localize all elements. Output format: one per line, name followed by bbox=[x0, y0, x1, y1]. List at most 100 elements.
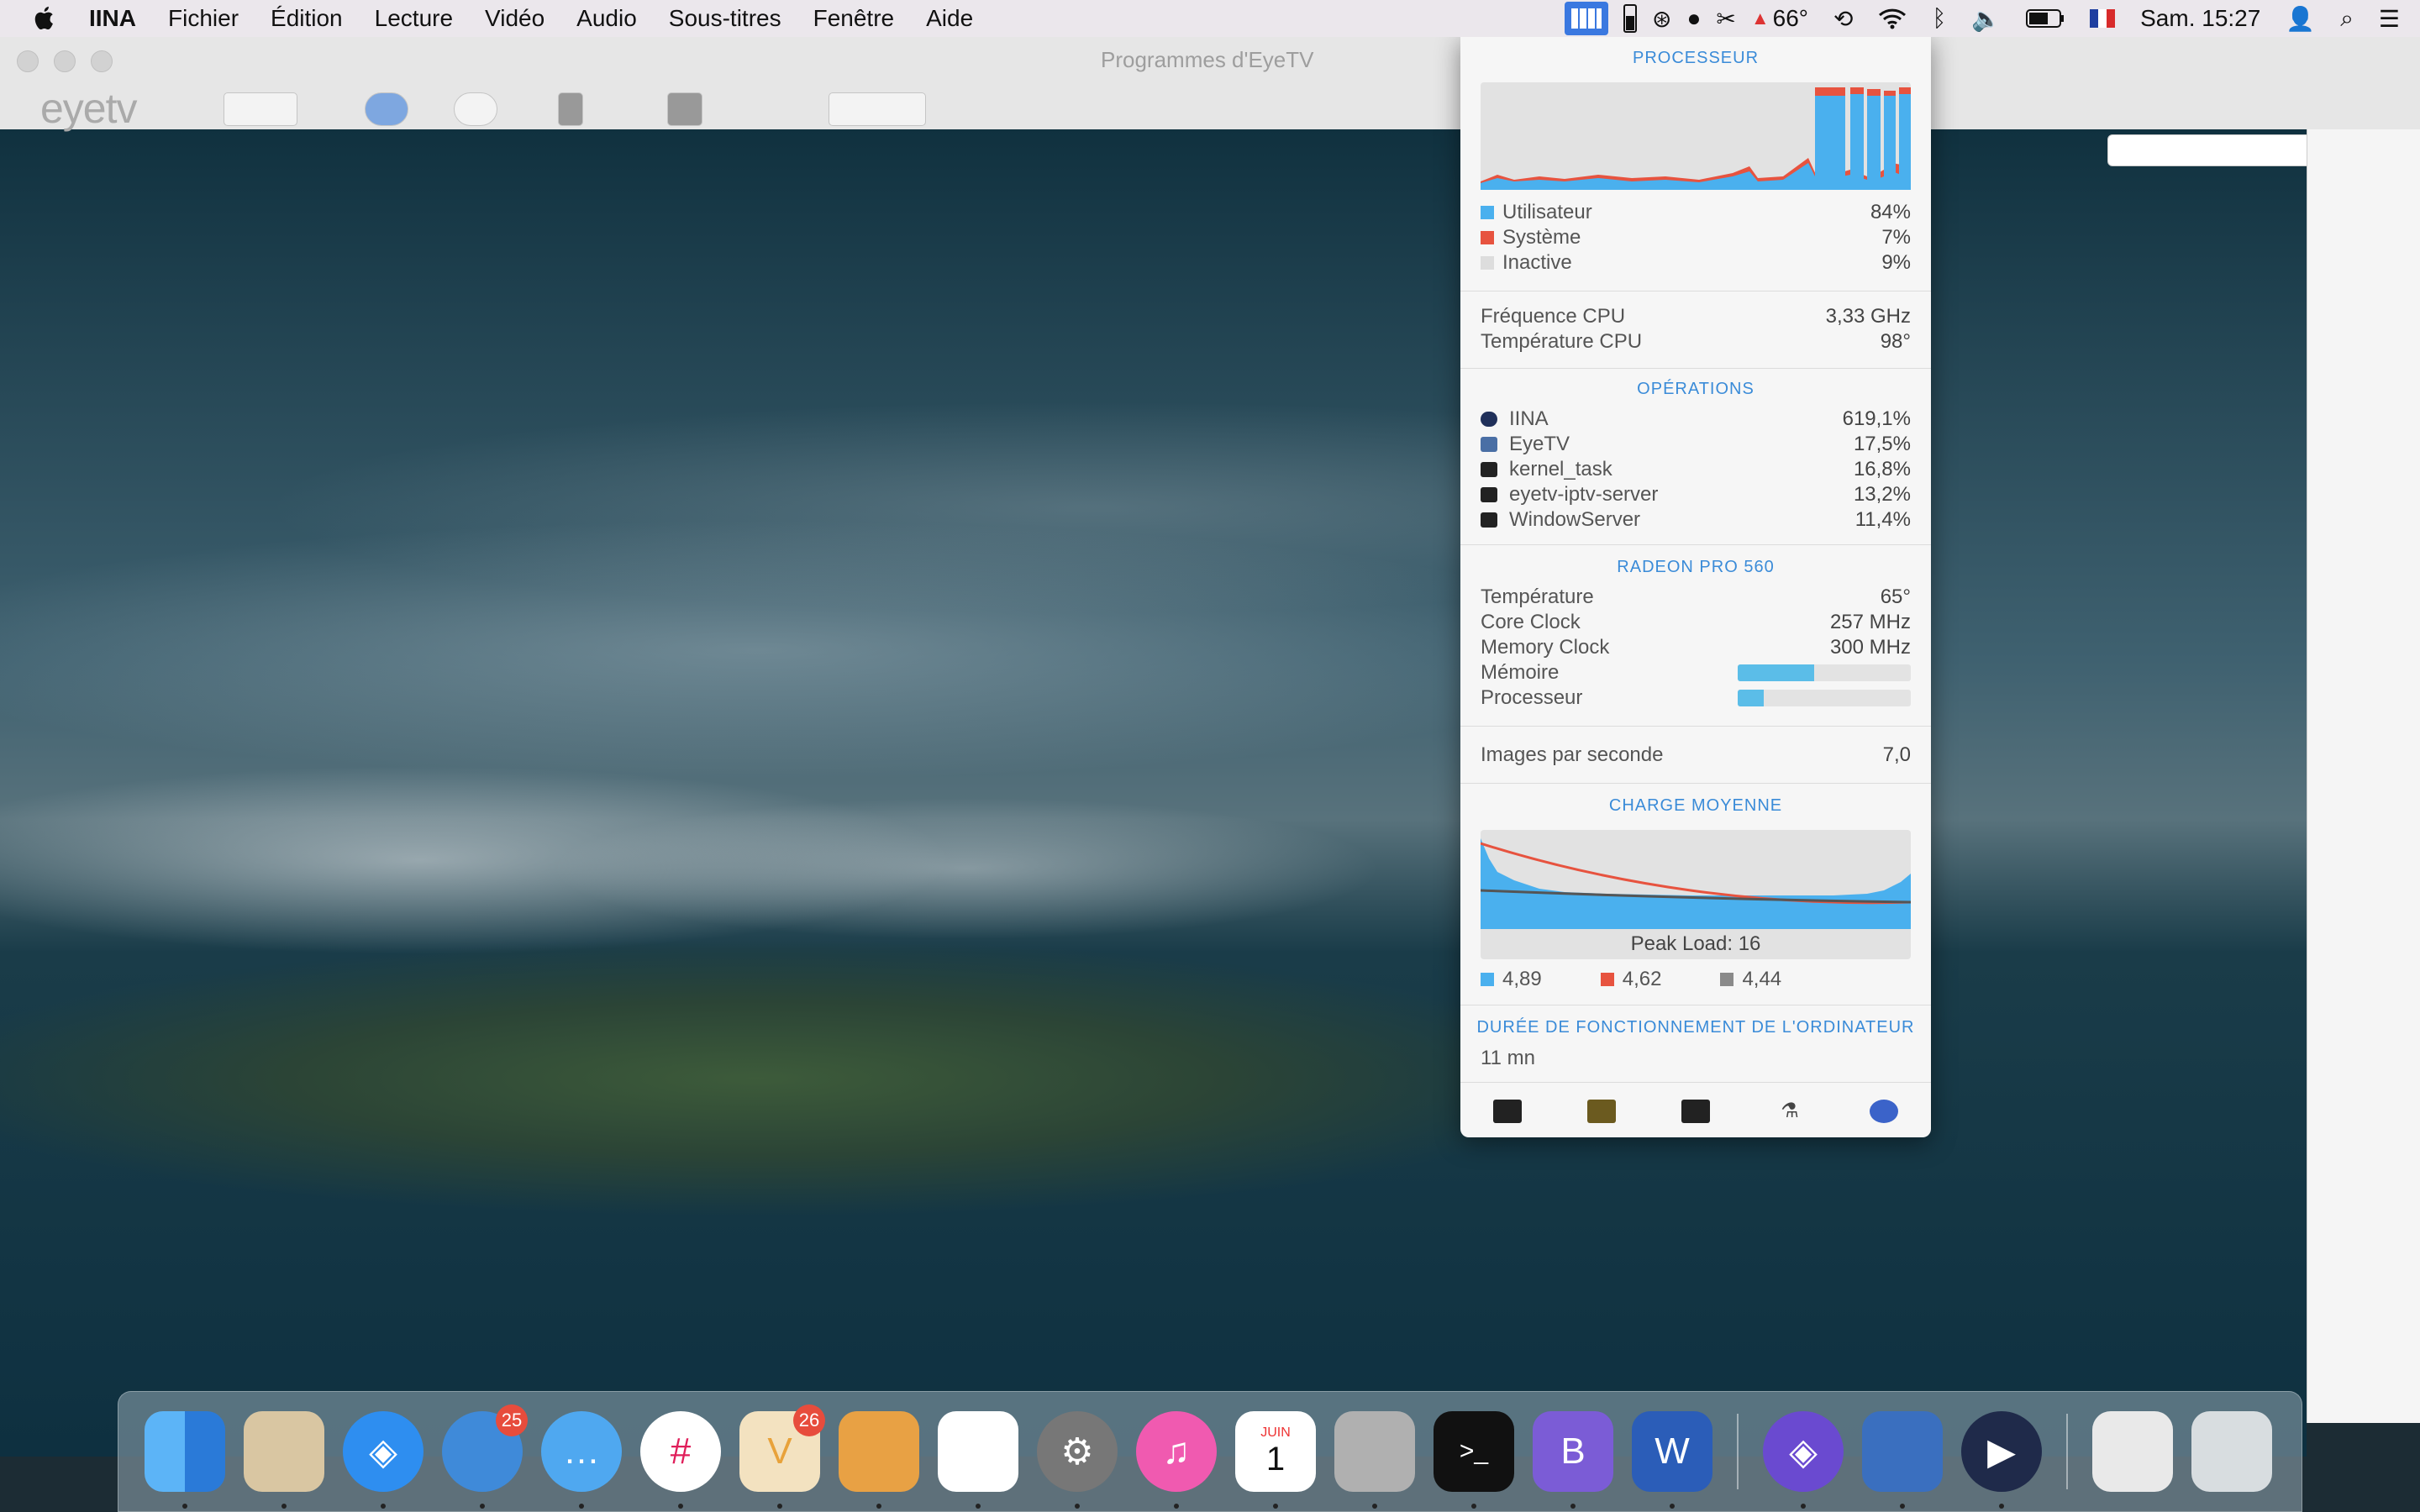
messages-icon[interactable]: … bbox=[541, 1411, 622, 1509]
window-controls[interactable] bbox=[17, 50, 113, 72]
menu-app-name[interactable]: IINA bbox=[89, 5, 136, 32]
apple-icon[interactable] bbox=[34, 5, 57, 32]
preview-icon[interactable] bbox=[839, 1411, 919, 1509]
menu-edition[interactable]: Édition bbox=[271, 5, 343, 32]
activity-monitor-icon[interactable] bbox=[1493, 1100, 1522, 1123]
terminal-app-icon[interactable]: >_ bbox=[1434, 1411, 1514, 1509]
istat-cpu-icon[interactable] bbox=[1564, 2, 1608, 35]
process-row[interactable]: WindowServer 11,4% bbox=[1481, 507, 1911, 533]
mpeg-document-icon[interactable] bbox=[2092, 1411, 2173, 1492]
menu-fenetre[interactable]: Fenêtre bbox=[813, 5, 895, 32]
menu-lecture[interactable]: Lecture bbox=[375, 5, 453, 32]
tweetbot-icon[interactable]: 25 bbox=[442, 1404, 528, 1509]
slack-icon[interactable]: # bbox=[640, 1411, 721, 1509]
dock-separator bbox=[1737, 1414, 1739, 1489]
gpu-processor-row: Processeur bbox=[1481, 685, 1911, 711]
cpu-temperature-row: Température CPU 98° bbox=[1481, 329, 1911, 354]
menu-sous-titres[interactable]: Sous-titres bbox=[669, 5, 781, 32]
tweetbot-badge: 25 bbox=[496, 1404, 528, 1436]
french-flag-icon[interactable] bbox=[2090, 9, 2116, 28]
safari-tech-preview-icon[interactable]: ◈ bbox=[1763, 1411, 1844, 1509]
menu-fichier[interactable]: Fichier bbox=[168, 5, 239, 32]
iina-icon[interactable]: ▶ bbox=[1961, 1411, 2042, 1509]
gpu-processor-label: Processeur bbox=[1481, 686, 1583, 709]
reminders-icon[interactable] bbox=[938, 1411, 1018, 1509]
menu-bar: IINA Fichier Édition Lecture Vidéo Audio… bbox=[0, 0, 2420, 37]
cpu-temperature-label: Température CPU bbox=[1481, 330, 1643, 353]
window-title: Programmes d'EyeTV bbox=[1101, 47, 1314, 72]
gpu-temperature-value: 65° bbox=[1880, 585, 1911, 608]
process-row[interactable]: EyeTV 17,5% bbox=[1481, 432, 1911, 457]
process-row[interactable]: IINA 619,1% bbox=[1481, 407, 1911, 432]
gpu-processor-bar bbox=[1738, 690, 1911, 706]
clock[interactable]: Sam. 15:27 bbox=[2140, 5, 2260, 32]
gpu-memory-clock-row: Memory Clock 300 MHz bbox=[1481, 635, 1911, 660]
gear-icon[interactable] bbox=[224, 92, 297, 126]
screenshot-icon[interactable] bbox=[1334, 1411, 1415, 1509]
terminal-icon[interactable] bbox=[1681, 1100, 1710, 1123]
word-icon[interactable]: W bbox=[1632, 1411, 1712, 1509]
view-toggle[interactable] bbox=[829, 92, 926, 126]
user-icon[interactable]: 👤 bbox=[2286, 5, 2315, 33]
wifi-icon[interactable] bbox=[1878, 8, 1907, 29]
cpu-idle-value: 9% bbox=[1881, 251, 1911, 274]
process-cpu: 13,2% bbox=[1853, 483, 1911, 506]
process-row[interactable]: eyetv-iptv-server 13,2% bbox=[1481, 482, 1911, 507]
menu-aide[interactable]: Aide bbox=[926, 5, 973, 32]
gpu-memory-bar bbox=[1738, 664, 1911, 681]
vectorize-icon[interactable]: V 26 bbox=[739, 1404, 825, 1509]
eyetv-icon[interactable] bbox=[1862, 1411, 1943, 1509]
notification-center-icon[interactable]: ☰ bbox=[2379, 5, 2400, 33]
info-icon[interactable] bbox=[365, 92, 408, 126]
cpu-frequency-row: Fréquence CPU 3,33 GHz bbox=[1481, 304, 1911, 329]
finder-icon[interactable] bbox=[145, 1411, 225, 1509]
menu-audio[interactable]: Audio bbox=[576, 5, 637, 32]
gpu-processor-fill bbox=[1738, 690, 1764, 706]
gpu-memory-row: Mémoire bbox=[1481, 660, 1911, 685]
record-icon[interactable] bbox=[558, 92, 583, 126]
cpu-graph bbox=[1481, 82, 1911, 190]
process-name: WindowServer bbox=[1509, 508, 1641, 531]
load-5-value: 4,62 bbox=[1622, 968, 1662, 990]
process-cpu: 11,4% bbox=[1854, 508, 1911, 531]
network-icon[interactable]: ⊛ bbox=[1652, 5, 1671, 33]
istat-gpu-icon[interactable] bbox=[1623, 4, 1637, 33]
play-icon[interactable] bbox=[454, 92, 497, 126]
system-preferences-icon[interactable]: ⚙ bbox=[1037, 1411, 1118, 1509]
gpu-memory-clock-value: 300 MHz bbox=[1829, 636, 1911, 659]
eyetv-window: Programmes d'EyeTV eyetv bbox=[0, 37, 2420, 166]
volume-icon[interactable]: 🔈 bbox=[1971, 5, 2001, 33]
menu-video[interactable]: Vidéo bbox=[485, 5, 544, 32]
gpu-temperature-row: Température 65° bbox=[1481, 585, 1911, 610]
scissors-icon[interactable]: ✂ bbox=[1716, 5, 1735, 33]
istat-settings-icon[interactable] bbox=[1870, 1100, 1898, 1123]
trash-icon[interactable] bbox=[2191, 1411, 2272, 1492]
eyetv-logo: eyetv bbox=[40, 85, 138, 132]
safari-icon[interactable]: ◈ bbox=[343, 1411, 424, 1509]
fps-label: Images par seconde bbox=[1481, 743, 1664, 766]
uptime-value: 11 mn bbox=[1481, 1047, 1535, 1069]
process-name: eyetv-iptv-server bbox=[1509, 483, 1659, 506]
schedule-icon[interactable] bbox=[667, 92, 702, 126]
gpu-core-clock-value: 257 MHz bbox=[1829, 611, 1911, 633]
temperature-status[interactable]: ▲ 66° bbox=[1751, 5, 1808, 32]
music-icon[interactable]: ♫ bbox=[1136, 1411, 1217, 1509]
bluetooth-icon[interactable]: ᛒ bbox=[1932, 5, 1946, 32]
process-row[interactable]: kernel_task 16,8% bbox=[1481, 457, 1911, 482]
uptime-title: DURÉE DE FONCTIONNEMENT DE L'ORDINATEUR bbox=[1476, 1018, 1915, 1037]
vectorize-badge: 26 bbox=[793, 1404, 825, 1436]
time-machine-icon[interactable]: ⟲ bbox=[1833, 5, 1853, 33]
spotlight-icon[interactable]: ⌕ bbox=[2340, 5, 2354, 33]
disk-utility-icon[interactable]: ⚗ bbox=[1776, 1100, 1804, 1123]
calendar-icon[interactable]: JUIN 1 bbox=[1235, 1411, 1316, 1509]
dock: ◈ 25 … # V 26 ⚙ ♫ JUIN 1 >_ B W ◈ ▶ bbox=[118, 1391, 2302, 1512]
load-1-swatch bbox=[1481, 973, 1494, 986]
cpu-temperature-value: 98° bbox=[1880, 330, 1911, 353]
dot-icon[interactable]: ● bbox=[1686, 5, 1701, 32]
battery-icon[interactable] bbox=[2026, 9, 2065, 28]
cpu-system-label: Système bbox=[1502, 226, 1581, 249]
bbedit-icon[interactable]: B bbox=[1533, 1411, 1613, 1509]
gpu-memory-fill bbox=[1738, 664, 1814, 681]
console-icon[interactable] bbox=[1587, 1100, 1616, 1123]
mail-icon[interactable] bbox=[244, 1411, 324, 1509]
